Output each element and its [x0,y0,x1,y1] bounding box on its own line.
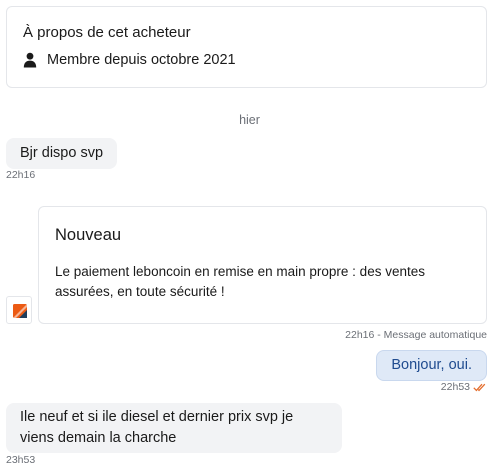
system-message-meta: 22h16 - Message automatique [345,329,487,341]
buyer-info-card: À propos de cet acheteur Membre depuis o… [6,6,487,88]
message-time: 23h53 [6,454,36,466]
buyer-info-title: À propos de cet acheteur [23,24,191,41]
outgoing-message-status: 22h53 [441,381,487,395]
system-message-title: Nouveau [55,226,122,244]
message-text: Bonjour, oui. [391,357,472,373]
member-since-text: Membre depuis octobre 2021 [47,52,236,68]
person-icon [23,52,37,68]
day-separator: hier [239,113,260,127]
leboncoin-logo-icon [13,304,27,318]
double-check-icon [473,383,487,395]
incoming-message-bubble: Ile neuf et si ile diesel et dernier pri… [6,403,342,453]
message-text: Bjr dispo svp [20,145,104,161]
incoming-message-bubble: Bjr dispo svp [6,138,118,169]
system-message-card: Nouveau Le paiement leboncoin en remise … [38,206,487,324]
member-since-row: Membre depuis octobre 2021 [23,52,236,68]
system-message-body: Le paiement leboncoin en remise en main … [55,264,425,299]
message-time: 22h16 [6,169,36,181]
system-avatar [6,296,32,324]
message-text: Ile neuf et si ile diesel et dernier pri… [20,409,294,446]
outgoing-message-bubble: Bonjour, oui. [376,350,487,381]
message-time: 22h53 [440,381,470,393]
